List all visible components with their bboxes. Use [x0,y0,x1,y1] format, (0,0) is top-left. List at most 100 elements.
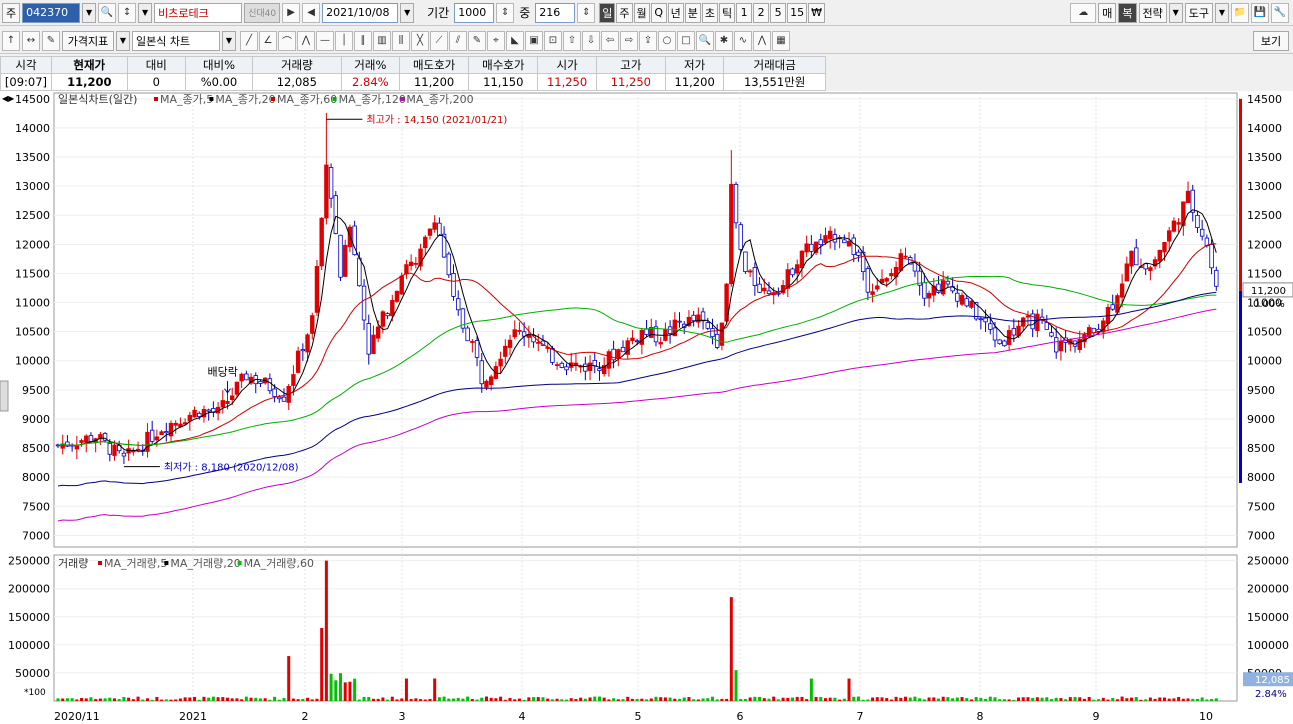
shift-right-icon[interactable]: ⇨ [620,30,638,51]
export-icon[interactable]: ⇪ [639,30,657,51]
candle-body [630,337,635,342]
fill-icon[interactable]: ◣ [506,30,524,51]
parallel-line-icon[interactable]: ∥ [354,30,372,51]
volume-bar [339,673,343,701]
candle-body [164,431,169,434]
volume-bar [833,697,837,701]
rectangle-icon[interactable]: ▣ [525,30,543,51]
period-input[interactable]: 1000 [454,2,495,23]
period-button[interactable]: 초 [701,2,719,23]
period-button[interactable]: 주 [616,2,633,23]
volume-bar [1200,697,1204,701]
folder-icon[interactable]: 📁 [1231,2,1249,23]
play-back-icon[interactable]: ◀ [302,2,321,23]
search-icon[interactable]: 🔍 [98,2,117,23]
volume-bar [800,696,804,701]
vertical-line-icon[interactable]: │ [335,30,353,51]
scroll-both-icon[interactable]: ↔ [22,30,40,51]
period-button[interactable]: 1 [736,2,753,23]
zoom-icon[interactable]: 🔍 [696,30,714,51]
star-icon[interactable]: ✱ [715,30,733,51]
up-arrow-icon[interactable]: ↑ [2,30,20,51]
single-button[interactable]: 매 [1098,2,1117,23]
stock-chart[interactable]: 7000 7000 7500 7500 8000 8000 8500 8500 9000 9000… [0,91,1293,724]
peak-icon[interactable]: ⋀ [753,30,771,51]
date-dropdown-icon[interactable]: ▼ [400,2,415,23]
volume-bar [682,697,686,701]
volume-bar [663,697,667,701]
target-icon[interactable]: ⌖ [487,30,505,51]
sort-dropdown-icon[interactable]: ▼ [138,2,153,23]
indicator-dropdown-icon[interactable]: ▼ [116,30,130,51]
sort-icon[interactable]: ↕ [118,2,137,23]
chart-type-dropdown-icon[interactable]: ▼ [222,30,236,51]
period-button[interactable]: 일 [599,2,616,23]
volume-bar [649,698,653,701]
period-button[interactable]: Q [650,2,667,23]
cloud-icon[interactable]: ☁ [1070,2,1097,23]
volume-bar [470,699,474,701]
strategy-dropdown-icon[interactable]: ▼ [1168,2,1183,23]
period-button[interactable]: 2 [753,2,770,23]
volume-bar [673,698,677,701]
period-spin-icon[interactable]: ⇕ [496,2,515,23]
code-dropdown-icon[interactable]: ▼ [82,2,97,23]
multi-button[interactable]: 복 [1118,2,1137,23]
price-tick-label-left: 13000 [15,180,50,193]
chart-type-select[interactable]: 일본식 차트 [132,30,220,51]
volume-bar [612,698,616,701]
tools-dropdown-icon[interactable]: ▼ [1215,2,1229,23]
line-icon[interactable]: ╱ [240,30,258,51]
angle-line-icon[interactable]: ∠ [259,30,277,51]
volume-bar [847,678,851,701]
fib-line-icon[interactable]: ▥ [373,30,391,51]
arc-icon[interactable]: ⌒ [278,30,296,51]
circle-icon[interactable]: ○ [658,30,676,51]
channel-icon[interactable]: ⫽ [449,30,467,51]
period-button[interactable]: 틱 [719,2,736,23]
volume-bar [532,697,536,701]
volume-tick-label-right: 100000 [1247,639,1289,652]
view-button[interactable]: 보기 [1253,30,1289,51]
horizontal-line-icon[interactable]: — [316,30,334,51]
period-button[interactable]: 분 [684,2,701,23]
edit-icon[interactable]: ✎ [42,30,60,51]
period-button[interactable]: ₩ [808,2,826,23]
shift-down-icon[interactable]: ⇩ [582,30,600,51]
frame-icon[interactable]: ⊡ [544,30,562,51]
period-button[interactable]: 년 [667,2,684,23]
fan-icon[interactable]: ⋀ [297,30,315,51]
wave-icon[interactable]: ∿ [734,30,752,51]
date-input[interactable]: 2021/10/08 [322,2,399,23]
price-indicator-button[interactable]: 가격지표 [62,30,114,51]
tools-button[interactable]: 도구 [1184,2,1213,23]
pen-icon[interactable]: ✎ [468,30,486,51]
volume-bar [1002,699,1006,701]
period-button[interactable]: 월 [633,2,650,23]
count-input[interactable]: 216 [535,2,576,23]
candle-body [667,326,673,334]
period-button[interactable]: 15 [787,2,808,23]
save-icon[interactable]: 💾 [1251,2,1269,23]
grid-icon[interactable]: ⫼ [392,30,410,51]
play-forward-icon[interactable]: ▶ [282,2,301,23]
strategy-button[interactable]: 전략 [1138,2,1167,23]
cross-icon[interactable]: ╳ [411,30,429,51]
candle-body [955,292,960,302]
volume-tick-label-right: 250000 [1247,555,1289,568]
trend-icon[interactable]: ⟋ [430,30,448,51]
stock-code-input[interactable]: 042370 [22,2,81,23]
volume-bar [1031,698,1035,701]
shift-left-icon[interactable]: ⇦ [601,30,619,51]
quote-value-cell: 13,551만원 [723,73,826,91]
volume-bar [197,699,201,701]
shift-up-icon[interactable]: ⇧ [563,30,581,51]
wrench-icon[interactable]: 🔧 [1271,2,1289,23]
box-icon[interactable]: □ [677,30,695,51]
candle-body [295,350,301,373]
count-spin-icon[interactable]: ⇕ [577,2,596,23]
stock-name-field[interactable]: 비츠로테크 [154,2,243,23]
market-selector[interactable]: 주 [2,2,21,23]
table-icon[interactable]: ▦ [772,30,790,51]
period-button[interactable]: 5 [770,2,787,23]
